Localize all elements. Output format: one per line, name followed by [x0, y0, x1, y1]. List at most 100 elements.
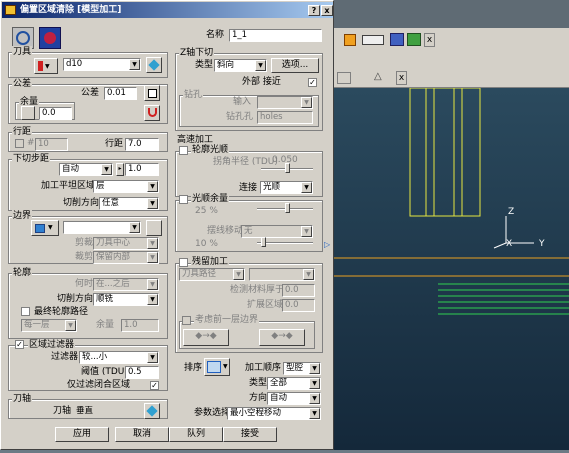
ordering-icon[interactable]: ▼	[204, 358, 230, 376]
order-label: 加工顺序	[245, 363, 282, 373]
corner-radius-label: 拐角半径 (TDU)	[213, 157, 278, 167]
stepover-input[interactable]: 7.0	[125, 138, 159, 151]
profile-when-dropdown[interactable]: 在...之后 ▼	[93, 278, 159, 291]
param-select-dropdown[interactable]: 最小空程移动 ▼	[227, 407, 321, 420]
stepdown-input[interactable]: 1.0	[125, 163, 159, 176]
stepover-checkbox[interactable]	[15, 139, 24, 148]
plunge-type-dropdown[interactable]: 斜向 ▼	[214, 59, 267, 72]
corner-radius-slider-thumb[interactable]	[285, 163, 290, 173]
rest-mode2-dropdown[interactable]: ▼	[249, 268, 315, 281]
tool-axis-value: 垂直	[73, 405, 139, 418]
area-filter-checkbox[interactable]: ✓	[15, 340, 24, 349]
toolbar-close-icon[interactable]: x	[424, 33, 435, 47]
boundary-dropdown[interactable]: ▼	[63, 221, 141, 234]
cross-tool-icon[interactable]	[407, 33, 421, 46]
axis-z-label: Z	[508, 207, 515, 217]
flat-area-label: 加工平坦区域	[41, 181, 96, 191]
ruler-icon[interactable]	[362, 35, 384, 45]
area-filter-section-label: 区域过滤器	[28, 339, 76, 351]
boundary-trim-dropdown[interactable]: 刀具中心 ▼	[93, 237, 159, 250]
threshold-label: 阈值 (TDU)	[81, 367, 128, 377]
prev-boundary-button-1[interactable]: ◆→◆	[183, 329, 229, 346]
profile-smooth-checkbox[interactable]	[179, 146, 188, 155]
smooth-allowance-slider-thumb[interactable]	[285, 203, 290, 213]
extend-input[interactable]: 0.0	[282, 299, 315, 312]
closed-only-checkbox[interactable]: ✓	[150, 381, 159, 390]
edit-tool-icon[interactable]	[146, 57, 162, 73]
trochoidal-label: 摆线移动	[207, 226, 244, 236]
tool-axis-icon[interactable]	[144, 403, 160, 419]
tolerance-input[interactable]: 0.01	[104, 87, 137, 100]
stepdown-arrow-button[interactable]: ▸	[116, 163, 124, 176]
plunge-section-label: Z轴下切	[179, 47, 215, 59]
prev-boundary-checkbox[interactable]	[182, 316, 191, 325]
order-type-dropdown[interactable]: 全部 ▼	[267, 377, 321, 390]
preview-icon	[39, 27, 61, 49]
rest-machining-checkbox[interactable]	[179, 258, 188, 267]
order-dropdown[interactable]: 型腔 ▼	[283, 362, 321, 375]
boundary-keep-dropdown[interactable]: 保留内部 ▼	[93, 251, 159, 264]
thickness-input[interactable]: 0.0	[282, 284, 315, 297]
prev-boundary-button-2[interactable]: ◆→◆	[259, 329, 305, 346]
cut-direction-dropdown[interactable]: 任意 ▼	[99, 197, 159, 210]
stepdown-mode-dropdown[interactable]: 自动 ▼	[59, 163, 113, 176]
smooth-allowance-checkbox[interactable]	[179, 195, 188, 204]
final-pass-checkbox[interactable]	[21, 307, 30, 316]
tolerance-section-label: 公差	[12, 78, 33, 90]
tool-icon[interactable]	[390, 33, 404, 46]
accept-button[interactable]: 接受	[223, 427, 277, 442]
expand-arrow-icon[interactable]: ▷	[324, 239, 332, 251]
order-direction-dropdown[interactable]: 自动 ▼	[267, 392, 321, 405]
connect-label: 连接	[239, 183, 258, 193]
window-title: 偏置区域清除 [模型加工]	[20, 5, 122, 15]
toolbar-close-icon-2[interactable]: x	[396, 71, 407, 85]
profile-direction-label: 切削方向	[57, 294, 94, 304]
toolbar-field[interactable]	[337, 72, 351, 84]
profile-direction-dropdown[interactable]: 顺铣 ▼	[93, 293, 159, 306]
closed-only-label: 仅过滤闭合区域	[67, 380, 131, 390]
tool-dropdown[interactable]: d10 ▼	[63, 58, 141, 71]
extend-label: 扩展区域	[247, 300, 284, 310]
name-input[interactable]: 1_1	[229, 29, 322, 42]
flat-area-dropdown[interactable]: 层 ▼	[93, 180, 159, 193]
boundary-icon[interactable]: ▼	[31, 220, 59, 236]
final-pass-label: 最终轮廓路径	[34, 307, 89, 317]
cancel-button[interactable]: 取消	[115, 427, 169, 442]
queue-button[interactable]: 队列	[169, 427, 223, 442]
apply-button[interactable]: 应用	[55, 427, 109, 442]
drill-hole-input[interactable]: holes	[257, 111, 313, 124]
tool-axis-label: 刀轴	[53, 406, 72, 416]
rest-machining-label: 残留加工	[191, 256, 230, 268]
app-icon	[5, 5, 16, 15]
dice-icon[interactable]	[144, 85, 160, 101]
trochoidal-slider-thumb[interactable]	[261, 237, 266, 247]
help-button[interactable]: ?	[308, 5, 320, 16]
connect-dropdown[interactable]: 光顺 ▼	[260, 181, 313, 194]
final-pass-mode-dropdown[interactable]: 每一层 ▼	[21, 319, 77, 332]
edit-boundary-icon[interactable]	[146, 220, 162, 236]
trochoidal-dropdown[interactable]: 无 ▼	[241, 225, 313, 238]
stepover-count-input[interactable]: 10	[35, 138, 68, 151]
rest-mode-dropdown[interactable]: 刀具路径 ▼	[179, 268, 245, 281]
boundary-trim-label: 剪裁	[75, 238, 94, 248]
profile-smooth-label: 轮廓光顺	[191, 144, 230, 156]
plunge-options-button[interactable]: 选项...	[271, 58, 319, 73]
close-button[interactable]: x	[321, 5, 333, 16]
approach-checkbox[interactable]: ✓	[308, 78, 317, 87]
profile-allowance-label: 余量	[96, 320, 115, 330]
drill-input-dropdown[interactable]: ▼	[257, 96, 313, 109]
threshold-input[interactable]: 0.5	[125, 366, 159, 379]
magnet-icon[interactable]	[144, 105, 160, 121]
allowance-input[interactable]: 0.0	[39, 107, 72, 120]
gear-icon[interactable]	[344, 34, 356, 46]
triangle-up-icon[interactable]: △	[374, 72, 386, 83]
app-toolbar: x △ x	[334, 28, 569, 88]
filter-dropdown[interactable]: 较...小 ▼	[79, 351, 159, 364]
allowance-icon[interactable]	[21, 106, 35, 120]
3d-viewport[interactable]: Z X Y	[334, 87, 569, 450]
title-bar: 偏置区域清除 [模型加工] ? x	[2, 2, 333, 18]
offset-area-clear-dialog: 偏置区域清除 [模型加工] ? x 名称 1_1 刀具 ▼ d10 ▼ 公差 公差…	[0, 0, 334, 450]
profile-allowance-input[interactable]: 1.0	[121, 319, 159, 332]
order-type-label: 类型	[249, 378, 268, 388]
tool-select-button[interactable]: ▼	[34, 58, 58, 74]
